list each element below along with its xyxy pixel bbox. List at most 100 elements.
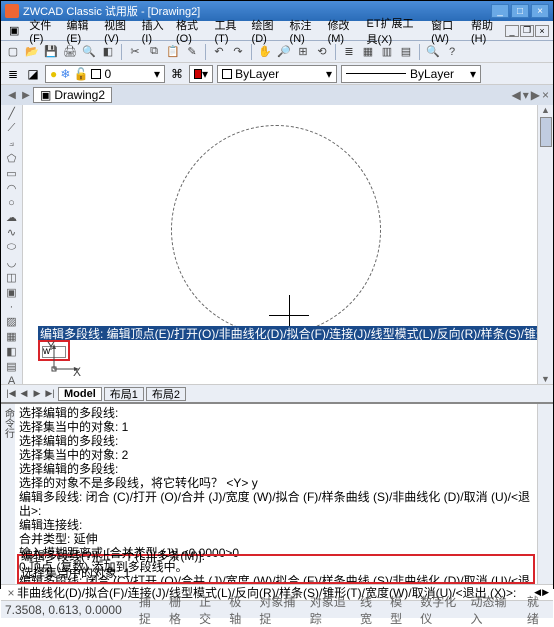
scroll-down-icon[interactable]: ▼	[541, 374, 550, 384]
sheet-tab-layout1[interactable]: 布局1	[104, 387, 144, 401]
layer-state-icon[interactable]: ◪	[25, 66, 41, 82]
status-grid[interactable]: 栅格	[167, 593, 191, 627]
menu-draw[interactable]: 绘图(D)	[248, 15, 284, 47]
document-tab[interactable]: ▣ Drawing2	[33, 87, 112, 103]
undo-icon[interactable]: ↶	[211, 44, 227, 60]
help-icon[interactable]: ?	[444, 44, 460, 60]
text-tool-icon[interactable]: A	[4, 375, 20, 387]
new-icon[interactable]: ▢	[5, 44, 21, 60]
menu-window[interactable]: 窗口(W)	[427, 15, 465, 47]
mdi-min-button[interactable]: _	[505, 25, 519, 37]
region-tool-icon[interactable]: ◧	[4, 345, 20, 358]
revcloud-tool-icon[interactable]: ☁	[4, 211, 20, 224]
status-ortho[interactable]: 正交	[197, 593, 221, 627]
insert-tool-icon[interactable]: ◫	[4, 271, 20, 284]
tabstrip-prev-icon[interactable]: ◀	[5, 90, 19, 101]
tabstrip-menu-icon[interactable]: ▾	[523, 88, 529, 102]
match-icon[interactable]: ✎	[184, 44, 200, 60]
save-icon[interactable]: 💾	[43, 44, 59, 60]
pline-tool-icon[interactable]: ⟓	[4, 137, 20, 150]
tabstrip-next-icon[interactable]: ▶	[19, 90, 33, 101]
status-otrack[interactable]: 对象追踪	[308, 593, 352, 627]
ellarc-tool-icon[interactable]: ◡	[4, 256, 20, 269]
table-tool-icon[interactable]: ▤	[4, 360, 20, 373]
command-history[interactable]: 选择编辑的多段线: 选择集当中的对象: 1 选择编辑的多段线: 选择集当中的对象…	[15, 404, 537, 584]
tool-pal-icon[interactable]: ▥	[379, 44, 395, 60]
arc-tool-icon[interactable]: ◠	[4, 182, 20, 195]
sheet-next-icon[interactable]: ▶	[31, 388, 43, 399]
calc-icon[interactable]: ▤	[398, 44, 414, 60]
cmd-scrollbar[interactable]	[537, 404, 553, 584]
polygon-tool-icon[interactable]: ⬠	[4, 152, 20, 165]
cut-icon[interactable]: ✂	[127, 44, 143, 60]
cmd-close-icon[interactable]: ×	[5, 586, 17, 600]
line-tool-icon[interactable]: ╱	[4, 107, 20, 120]
sheet-tab-layout2[interactable]: 布局2	[146, 387, 186, 401]
zoom-win-icon[interactable]: ⊞	[295, 44, 311, 60]
tabstrip-left-icon[interactable]: ◀	[511, 88, 520, 102]
mdi-close-button[interactable]: ×	[535, 25, 549, 37]
layer-mgr-icon[interactable]: ≣	[5, 66, 21, 82]
menu-view[interactable]: 视图(V)	[100, 15, 136, 47]
redo-icon[interactable]: ↷	[230, 44, 246, 60]
color-bylayer-selector[interactable]: ByLayer▾	[217, 65, 337, 83]
menu-insert[interactable]: 插入(I)	[138, 15, 170, 47]
menu-file[interactable]: 文件(F)	[25, 15, 60, 47]
tabstrip-right-icon[interactable]: ▶	[531, 88, 540, 102]
point-tool-icon[interactable]: ·	[4, 301, 20, 313]
grad-tool-icon[interactable]: ▦	[4, 330, 20, 343]
layer-toolbar: ≣ ◪ ● ❄ 🔓 0 ▾ ⌘ ▾ ByLayer▾ ByLayer▾	[1, 63, 553, 85]
vertical-scrollbar[interactable]: ▲ ▼	[537, 105, 553, 384]
find-icon[interactable]: 🔍	[425, 44, 441, 60]
sheet-prev-icon[interactable]: ◀	[18, 388, 30, 399]
status-model[interactable]: 模型	[388, 593, 412, 627]
circle-tool-icon[interactable]: ○	[4, 197, 20, 209]
scroll-thumb[interactable]	[540, 117, 552, 147]
color-selector[interactable]: ▾	[189, 65, 213, 83]
status-polar[interactable]: 极轴	[227, 593, 251, 627]
menu-tools[interactable]: 工具(T)	[210, 15, 245, 47]
preview-icon[interactable]: 🔍	[81, 44, 97, 60]
highlighted-cmd-box: 编辑多段线(?)[上一个(L)][多条(M)]: 选择集当中的对象: 1	[17, 554, 535, 584]
print-icon[interactable]: 🖨	[62, 44, 78, 60]
status-dyn[interactable]: 动态输入	[469, 593, 513, 627]
close-button[interactable]: ×	[531, 4, 549, 18]
maximize-button[interactable]: □	[511, 4, 529, 18]
dc-icon[interactable]: ▦	[360, 44, 376, 60]
props-icon[interactable]: ≣	[341, 44, 357, 60]
scroll-up-icon[interactable]: ▲	[541, 105, 550, 115]
pan-icon[interactable]: ✋	[257, 44, 273, 60]
paste-icon[interactable]: 📋	[165, 44, 181, 60]
menu-edit[interactable]: 编辑(E)	[63, 15, 99, 47]
drawing-canvas[interactable]: 编辑多段线: 编辑顶点(E)/打开(O)/非曲线化(D)/拟合(F)/连接(J)…	[23, 105, 537, 384]
spline-tool-icon[interactable]: ∿	[4, 226, 20, 239]
copy-icon[interactable]: ⧉	[146, 44, 162, 60]
linetype-selector[interactable]: ByLayer▾	[341, 65, 481, 83]
sheet-last-icon[interactable]: ▶|	[44, 388, 56, 399]
draw-toolbar: ╱ ⟋ ⟓ ⬠ ▭ ◠ ○ ☁ ∿ ⬭ ◡ ◫ ▣ · ▨ ▦ ◧ ▤ A	[1, 105, 23, 384]
block-tool-icon[interactable]: ▣	[4, 286, 20, 299]
sheet-tab-model[interactable]: Model	[58, 387, 102, 401]
menu-help[interactable]: 帮助(H)	[467, 15, 503, 47]
tabstrip-close-icon[interactable]: ×	[542, 88, 549, 102]
menu-modify[interactable]: 修改(M)	[324, 15, 361, 47]
mdi-restore-button[interactable]: ❐	[520, 25, 534, 37]
layer-selector[interactable]: ● ❄ 🔓 0 ▾	[45, 65, 165, 83]
rect-tool-icon[interactable]: ▭	[4, 167, 20, 180]
ellipse-tool-icon[interactable]: ⬭	[4, 241, 20, 254]
status-lwt[interactable]: 线宽	[358, 593, 382, 627]
hatch-tool-icon[interactable]: ▨	[4, 315, 20, 328]
menu-dim[interactable]: 标注(N)	[286, 15, 322, 47]
xline-tool-icon[interactable]: ⟋	[4, 122, 20, 135]
xref-icon[interactable]: ⌘	[169, 66, 185, 82]
sheet-first-icon[interactable]: |◀	[5, 388, 17, 399]
menu-format[interactable]: 格式(O)	[172, 15, 208, 47]
publish-icon[interactable]: ◧	[100, 44, 116, 60]
zoom-rt-icon[interactable]: 🔎	[276, 44, 292, 60]
status-snap[interactable]: 捕捉	[137, 593, 161, 627]
status-osnap[interactable]: 对象捕捉	[257, 593, 301, 627]
status-tablet[interactable]: 数字化仪	[418, 593, 462, 627]
open-icon[interactable]: 📂	[24, 44, 40, 60]
zoom-prev-icon[interactable]: ⟲	[314, 44, 330, 60]
app-menu-icon[interactable]: ▣	[5, 22, 23, 39]
